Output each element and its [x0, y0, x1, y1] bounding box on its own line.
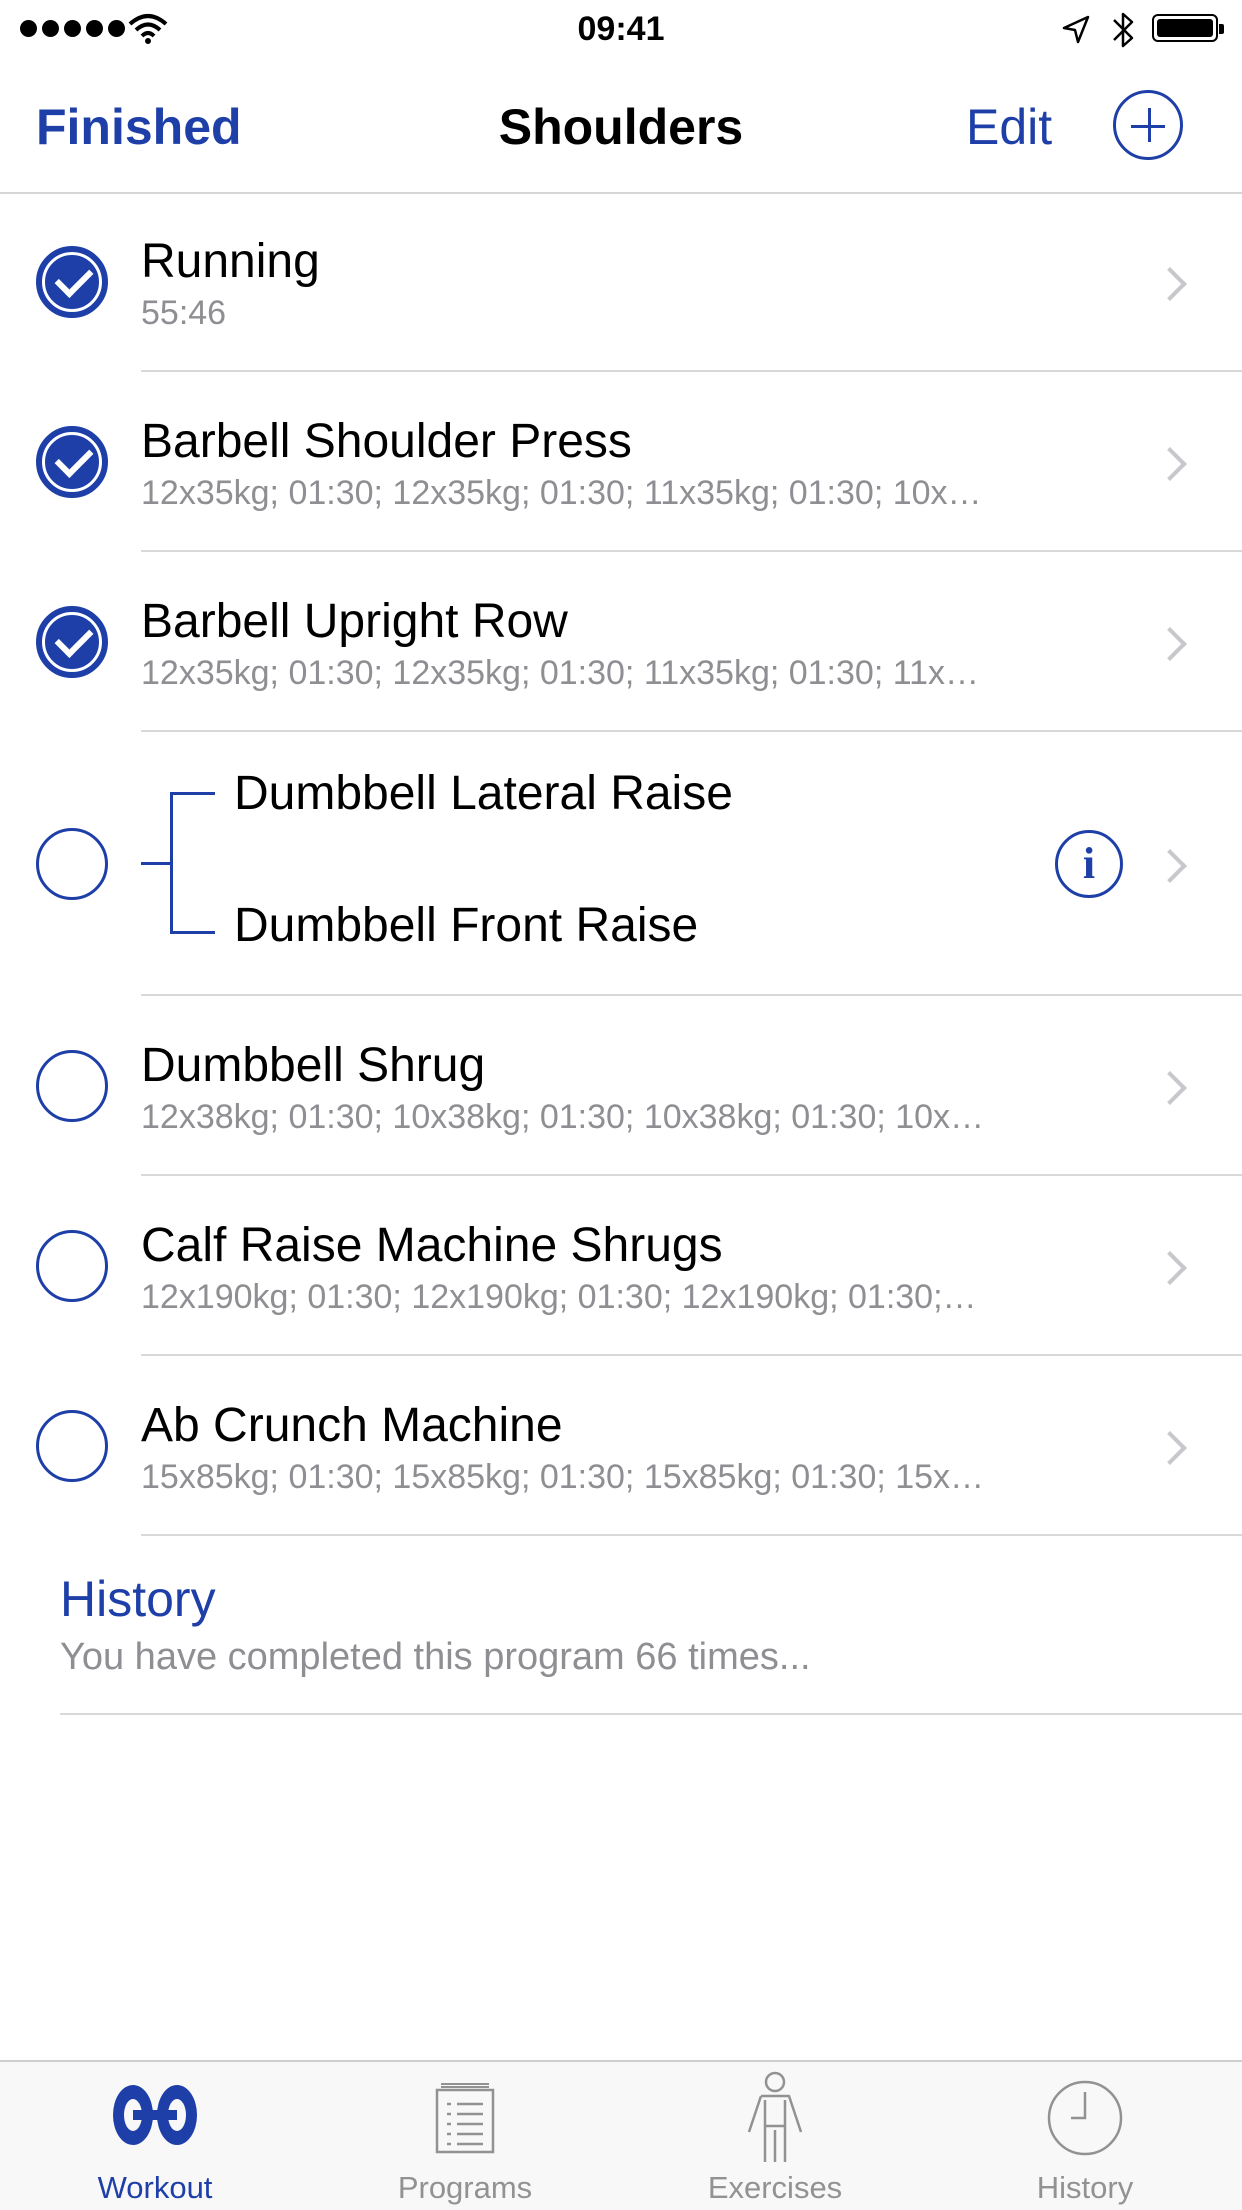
chevron-right-icon: [1153, 1251, 1187, 1285]
exercise-subtitle: 55:46: [141, 294, 227, 332]
superset-exercise-title: Dumbbell Lateral Raise: [234, 767, 733, 820]
chevron-right-icon: [1153, 849, 1187, 883]
superset-bracket: [141, 862, 173, 865]
exercise-title: Running: [141, 235, 320, 288]
exercise-row-running[interactable]: Running 55:46: [0, 192, 1242, 372]
incomplete-check-icon[interactable]: [36, 1410, 108, 1482]
exercise-row-ab-crunch-machine[interactable]: Ab Crunch Machine 15x85kg; 01:30; 15x85k…: [0, 1356, 1242, 1536]
tab-exercises[interactable]: Exercises: [620, 2060, 930, 2208]
superset-bracket-bottom: [170, 931, 215, 934]
incomplete-check-icon[interactable]: [36, 1230, 108, 1302]
battery-icon: [1152, 14, 1224, 42]
tab-label: Programs: [397, 2170, 533, 2205]
status-time: 09:41: [577, 10, 665, 48]
exercise-subtitle: 12x190kg; 01:30; 12x190kg; 01:30; 12x190…: [141, 1278, 977, 1316]
completed-check-icon[interactable]: [36, 606, 108, 678]
exercise-title: Calf Raise Machine Shrugs: [141, 1219, 723, 1272]
location-icon: [1062, 15, 1090, 44]
history-separator: [60, 1713, 1242, 1715]
tab-label: Workout: [97, 2170, 213, 2205]
exercise-subtitle: 12x35kg; 01:30; 12x35kg; 01:30; 11x35kg;…: [141, 654, 980, 692]
exercise-row-dumbbell-shrug[interactable]: Dumbbell Shrug 12x38kg; 01:30; 10x38kg; …: [0, 996, 1242, 1176]
chevron-right-icon: [1153, 627, 1187, 661]
chevron-right-icon: [1153, 447, 1187, 481]
info-icon[interactable]: i: [1055, 830, 1123, 898]
history-summary[interactable]: You have completed this program 66 times…: [60, 1636, 811, 1679]
superset-row[interactable]: Dumbbell Lateral Raise Dumbbell Front Ra…: [0, 732, 1242, 996]
exercise-title: Ab Crunch Machine: [141, 1399, 563, 1452]
completed-check-icon[interactable]: [36, 246, 108, 318]
exercise-subtitle: 12x35kg; 01:30; 12x35kg; 01:30; 11x35kg;…: [141, 474, 982, 512]
incomplete-check-icon[interactable]: [36, 828, 108, 900]
tab-history[interactable]: History: [930, 2060, 1240, 2208]
list-icon: [435, 2083, 495, 2154]
exercise-row-barbell-shoulder-press[interactable]: Barbell Shoulder Press 12x35kg; 01:30; 1…: [0, 372, 1242, 552]
tab-label: History: [1036, 2170, 1134, 2205]
exercise-title: Dumbbell Shrug: [141, 1039, 486, 1092]
chevron-right-icon: [1153, 267, 1187, 301]
page-title: Shoulders: [498, 99, 744, 155]
history-link[interactable]: History: [60, 1570, 216, 1628]
dumbbell-icon: [113, 2085, 197, 2145]
incomplete-check-icon[interactable]: [36, 1050, 108, 1122]
exercise-row-barbell-upright-row[interactable]: Barbell Upright Row 12x35kg; 01:30; 12x3…: [0, 552, 1242, 732]
status-bar: 09:41: [0, 0, 1242, 62]
tab-label: Exercises: [707, 2170, 843, 2205]
clock-icon: [1047, 2080, 1123, 2156]
person-icon: [747, 2071, 803, 2162]
completed-check-icon[interactable]: [36, 426, 108, 498]
exercise-row-calf-raise-machine-shrugs[interactable]: Calf Raise Machine Shrugs 12x190kg; 01:3…: [0, 1176, 1242, 1356]
navigation-bar: Finished Shoulders Edit: [0, 62, 1242, 194]
edit-button[interactable]: Edit: [966, 98, 1052, 156]
bluetooth-icon: [1113, 12, 1134, 48]
superset-bracket-line: [170, 793, 173, 933]
tab-programs[interactable]: Programs: [310, 2060, 620, 2208]
add-exercise-button[interactable]: [1113, 90, 1183, 160]
superset-bracket-top: [170, 792, 215, 795]
chevron-right-icon: [1153, 1431, 1187, 1465]
exercise-title: Barbell Upright Row: [141, 595, 568, 648]
tab-workout[interactable]: Workout: [0, 2060, 310, 2208]
exercise-subtitle: 12x38kg; 01:30; 10x38kg; 01:30; 10x38kg;…: [141, 1098, 985, 1136]
row-separator: [141, 1534, 1242, 1536]
exercise-subtitle: 15x85kg; 01:30; 15x85kg; 01:30; 15x85kg;…: [141, 1458, 985, 1496]
chevron-right-icon: [1153, 1071, 1187, 1105]
exercise-title: Barbell Shoulder Press: [141, 415, 632, 468]
superset-exercise-title: Dumbbell Front Raise: [234, 899, 699, 952]
